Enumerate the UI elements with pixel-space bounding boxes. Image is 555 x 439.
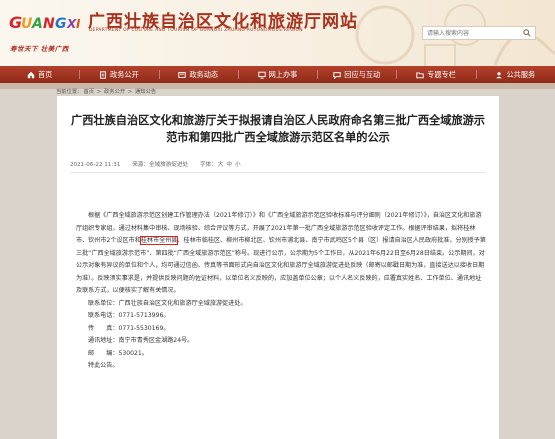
- font-size-medium[interactable]: 中: [226, 162, 232, 168]
- nav-special-topics[interactable]: 专题专栏: [396, 66, 475, 83]
- nav-online-services[interactable]: 网上办事: [237, 66, 317, 83]
- nav-label: 公共服务: [506, 69, 536, 79]
- nav-label: 回应与互动: [344, 69, 381, 79]
- breadcrumb-government-affairs[interactable]: 政务公开: [104, 89, 125, 95]
- paragraph-text: 、桂林市临桂区、柳州市柳北区、钦州市浦北县、南宁市武鸣区5个县（区）报请自治区人…: [76, 237, 486, 294]
- contact-fax: 传 真：0771-5530169。: [88, 324, 170, 332]
- closing-text: 特此公告。: [88, 362, 119, 369]
- article-date: 2021-06-22 11:31: [70, 162, 121, 168]
- home-icon: [27, 71, 35, 78]
- search-button[interactable]: [519, 27, 535, 39]
- font-size-large[interactable]: 大: [218, 162, 224, 168]
- nav-label: 首页: [37, 69, 53, 79]
- computer-icon: [257, 71, 266, 79]
- svg-text:N: N: [43, 16, 55, 32]
- breadcrumb-notices[interactable]: 通知公告: [135, 89, 156, 95]
- nav-home[interactable]: 首页: [0, 66, 79, 83]
- contact-address: 通讯地址：南宁市青秀区金湖路24号。: [88, 337, 194, 344]
- nav-public-services[interactable]: 公共服务: [475, 66, 555, 83]
- search-icon: [523, 29, 531, 37]
- font-size-small[interactable]: 小: [235, 162, 241, 168]
- chat-icon: [333, 71, 341, 79]
- article-body: 根据《广西全域旅游示范区创建工作管理办法（2021年修订）》和《广西全域旅游示范…: [76, 210, 486, 373]
- article-source: 来源：全域旅游促进处: [132, 162, 189, 168]
- site-header: G U A N G X I 寿世天下 壮美广西 广西壮族自治区文化和旅游厅网站 …: [0, 0, 555, 66]
- article-panel: 广西壮族自治区文化和旅游厅关于拟报请自治区人民政府命名第三批广西全域旅游示范市和…: [57, 96, 499, 439]
- search-box: [422, 26, 536, 40]
- site-subtitle: DEPARTMENT OF CULTURE AND TOURISM OF GUA…: [89, 28, 303, 33]
- breadcrumb: 当前位置：首页 > 政务公开 > 通知公告: [56, 87, 157, 95]
- service-icon: [496, 71, 503, 78]
- main-nav: 首页 政务公开 政务动态 网上办事 回应与互动 专题专栏 公共服务: [0, 66, 555, 83]
- breadcrumb-separator: >: [126, 89, 134, 95]
- breadcrumb-home[interactable]: 首页: [84, 89, 95, 95]
- svg-text:G: G: [55, 16, 67, 32]
- nav-government-affairs[interactable]: 政务公开: [79, 66, 158, 83]
- breadcrumb-separator: >: [95, 89, 103, 95]
- slogan: 寿世天下 壮美广西: [10, 45, 69, 53]
- divider: [70, 172, 486, 173]
- breadcrumb-prefix: 当前位置：: [56, 89, 83, 95]
- nav-label: 网上办事: [268, 69, 298, 79]
- nav-label: 政务公开: [110, 69, 139, 79]
- font-size-label: 字体：: [199, 162, 217, 168]
- contact-postcode: 邮 编：530021。: [88, 349, 148, 357]
- nav-news[interactable]: 政务动态: [158, 66, 238, 83]
- folder-icon: [416, 72, 424, 78]
- guangxi-logo[interactable]: G U A N G X I: [8, 6, 84, 40]
- article-title: 广西壮族自治区文化和旅游厅关于拟报请自治区人民政府命名第三批广西全域旅游示范市和…: [71, 114, 485, 144]
- contact-unit: 联系单位：广西壮族自治区文化和旅游厅全域旅游促进处。: [88, 299, 247, 307]
- svg-text:I: I: [76, 17, 81, 31]
- search-input[interactable]: [425, 27, 519, 39]
- contact-phone: 联系电话：0771-5713996。: [88, 312, 170, 319]
- article-meta: 2021-06-22 11:31 来源：全域旅游促进处 字体：大中小: [70, 160, 251, 168]
- nav-label: 专题专栏: [427, 69, 456, 79]
- paragraph-main: 根据《广西全域旅游示范区创建工作管理办法（2021年修订）》和《广西全域旅游示范…: [76, 210, 486, 298]
- svg-text:A: A: [31, 16, 43, 32]
- news-icon: [178, 71, 186, 78]
- document-icon: [100, 70, 106, 79]
- nav-label: 政务动态: [189, 69, 219, 79]
- highlighted-text: 桂林市全州县: [139, 235, 179, 246]
- nav-interaction[interactable]: 回应与互动: [317, 66, 396, 83]
